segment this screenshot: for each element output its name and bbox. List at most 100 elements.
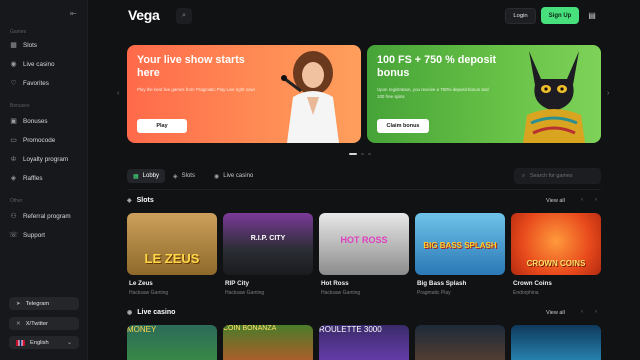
game-art-text: LE ZEUS [144, 251, 200, 266]
referral-icon: ⚇ [10, 212, 17, 220]
game-card-rip-city[interactable]: R.I.P. CITY [223, 213, 313, 275]
game-art-text: COIN BONANZA [223, 325, 277, 332]
sidebar-item-loyalty-program[interactable]: ♔ Loyalty program [6, 152, 82, 166]
pagination-dot[interactable] [349, 153, 357, 155]
telegram-button[interactable]: ➤ Telegram [9, 297, 79, 310]
tab-lobby[interactable]: ▦ Lobby [127, 169, 166, 183]
game-art-text: HOT ROSS [340, 235, 388, 245]
chevron-down-icon: ⌄ [66, 340, 72, 346]
live-casino-section-title: ◉ Live casino [127, 309, 175, 316]
game-provider: Pragmatic Play [417, 290, 451, 296]
sidebar-item-label: Slots [23, 41, 37, 49]
sidebar-item-label: Support [23, 231, 46, 239]
live-game-card[interactable]: ROULETTE 3000 [319, 325, 409, 360]
claim-bonus-button[interactable]: Claim bonus [377, 119, 429, 133]
slots-icon: ▦ [10, 41, 17, 49]
sidebar-item-bonuses[interactable]: ▣ Bonuses [6, 114, 82, 128]
live-game-card[interactable] [415, 325, 505, 360]
sidebar-item-live-casino[interactable]: ◉ Live casino [6, 57, 82, 71]
sidebar-item-promocode[interactable]: ▭ Promocode [6, 133, 82, 147]
lobby-icon: ▦ [133, 173, 139, 180]
promo-banner-live-show[interactable]: Your live show starts here Play the best… [127, 45, 361, 143]
banner-prev-arrow-icon[interactable]: ‹ [117, 90, 119, 97]
game-art-text: BIG BASS SPLASH [423, 241, 497, 250]
pagination-dot[interactable] [361, 153, 364, 155]
sidebar: ⇤ Games ▦ Slots ◉ Live casino ♡ Favorite… [0, 0, 88, 360]
twitter-button[interactable]: ✕ X/Twitter [9, 317, 79, 330]
signup-button[interactable]: Sign Up [541, 7, 579, 24]
live-prev-arrow-icon[interactable]: ‹ [581, 309, 583, 315]
support-icon: ☏ [9, 231, 18, 239]
live-next-arrow-icon[interactable]: › [595, 309, 597, 315]
chat-icon[interactable]: ▤ [585, 9, 599, 22]
game-provider: Hacksaw Gaming [129, 290, 169, 296]
game-art-text: ROULETTE 3000 [319, 325, 382, 334]
game-card-le-zeus[interactable]: LE ZEUS [127, 213, 217, 275]
tab-label: Slots [181, 173, 195, 179]
banner-next-arrow-icon[interactable]: › [607, 90, 609, 97]
promo-banner-deposit-bonus[interactable]: 100 FS + 750 % deposit bonus Upon regist… [367, 45, 601, 143]
slots-next-arrow-icon[interactable]: › [595, 197, 597, 203]
live-casino-icon: ◉ [214, 173, 220, 180]
language-label: English [30, 339, 49, 346]
twitter-label: X/Twitter [25, 320, 48, 327]
telegram-icon: ➤ [16, 300, 21, 307]
banner-title: 100 FS + 750 % deposit bonus [377, 54, 497, 79]
pagination-dot[interactable] [368, 153, 371, 155]
sidebar-item-label: Promocode [23, 136, 56, 144]
live-game-card[interactable]: COIN BONANZA [223, 325, 313, 360]
game-provider: Hacksaw Gaming [225, 290, 265, 296]
presenter-illustration [281, 51, 339, 143]
section-title: Slots [136, 197, 154, 204]
crown-icon: ♔ [10, 155, 17, 163]
banner-subtitle: Play the best live games from Pragmatic … [137, 87, 255, 92]
live-view-all-link[interactable]: View all [546, 310, 565, 316]
section-title: Live casino [137, 309, 176, 316]
game-title[interactable]: Big Bass Splash [417, 280, 466, 287]
sidebar-item-support[interactable]: ☏ Support [6, 228, 82, 242]
slots-section-title: ◈ Slots [127, 197, 154, 204]
login-button[interactable]: Login [505, 8, 536, 24]
play-button[interactable]: Play [137, 119, 187, 133]
sidebar-item-raffles[interactable]: ◈ Raffles [6, 171, 82, 185]
game-title[interactable]: RIP City [225, 280, 249, 287]
game-art-text: R.I.P. CITY [250, 235, 286, 242]
sidebar-item-favorites[interactable]: ♡ Favorites [6, 76, 82, 90]
slots-view-all-link[interactable]: View all [546, 198, 565, 204]
games-search-input[interactable]: ⌕ Search for games [514, 168, 601, 184]
egyptian-cat-illustration [523, 51, 585, 143]
x-icon: ✕ [16, 320, 21, 327]
sidebar-item-referral-program[interactable]: ⚇ Referral program [6, 209, 82, 223]
search-icon: ⌕ [522, 172, 526, 179]
divider [127, 189, 601, 190]
slots-icon: ◈ [173, 173, 178, 180]
slots-prev-arrow-icon[interactable]: ‹ [581, 197, 583, 203]
banner-subtitle: Upon registration, you receive a 750% de… [377, 87, 489, 99]
tab-slots[interactable]: ◈ Slots [167, 169, 201, 183]
search-icon[interactable]: ⌕ [176, 8, 192, 24]
game-provider: Endorphina [513, 290, 539, 296]
raffle-icon: ◈ [10, 174, 17, 182]
game-title[interactable]: Hot Ross [321, 280, 349, 287]
game-title[interactable]: Crown Coins [513, 280, 552, 287]
game-card-crown-coins[interactable]: CROWN COINS [511, 213, 601, 275]
game-card-big-bass-splash[interactable]: BIG BASS SPLASH [415, 213, 505, 275]
sidebar-section-games: Games [10, 29, 27, 35]
live-casino-icon: ◉ [127, 310, 133, 316]
collapse-sidebar-icon[interactable]: ⇤ [70, 10, 80, 18]
language-select[interactable]: English ⌄ [9, 336, 79, 349]
live-game-card[interactable]: MONEY [127, 325, 217, 360]
logo-text: Vega [128, 7, 160, 23]
logo[interactable]: Vega [128, 7, 160, 23]
sidebar-item-label: Live casino [23, 60, 55, 68]
game-title[interactable]: Le Zeus [129, 280, 153, 287]
ticket-icon: ▭ [10, 136, 17, 144]
sidebar-item-label: Raffles [23, 174, 43, 182]
uk-flag-icon [16, 339, 25, 346]
game-card-hot-ross[interactable]: HOT ROSS [319, 213, 409, 275]
sidebar-section-other: Other [10, 198, 23, 204]
live-casino-icon: ◉ [10, 60, 17, 68]
sidebar-item-slots[interactable]: ▦ Slots [6, 38, 82, 52]
live-game-card[interactable] [511, 325, 601, 360]
tab-live-casino[interactable]: ◉ Live casino [208, 169, 259, 183]
